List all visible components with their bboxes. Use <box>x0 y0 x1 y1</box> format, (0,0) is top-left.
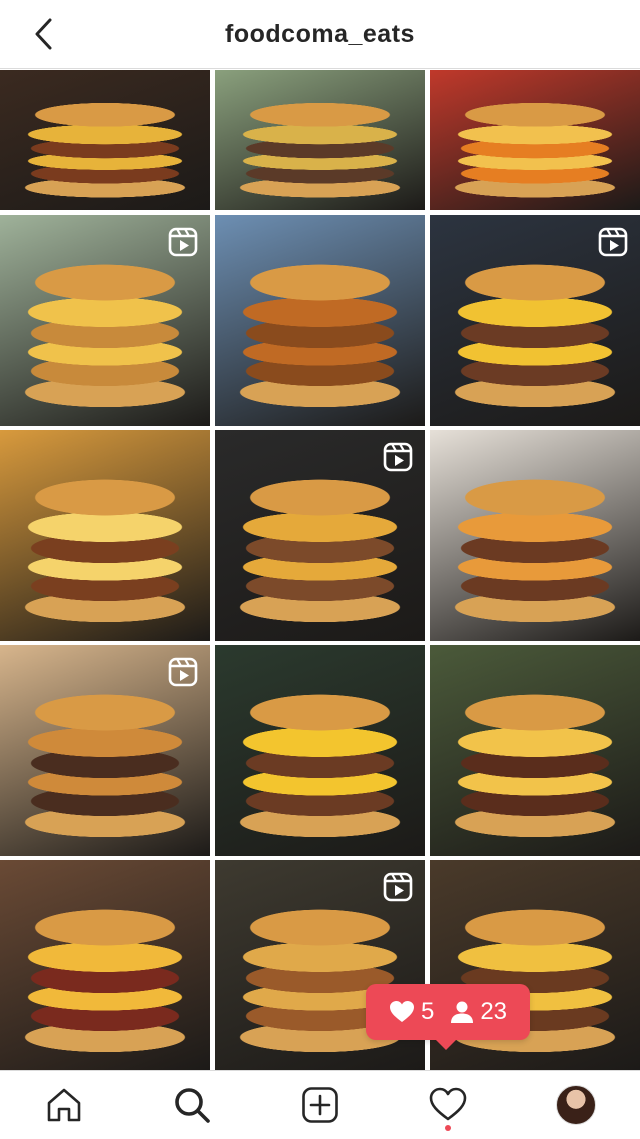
reels-icon <box>168 657 198 687</box>
post-thumbnail[interactable] <box>430 70 640 210</box>
post-thumbnail[interactable] <box>0 860 210 1071</box>
reels-icon <box>383 872 413 902</box>
posts-grid <box>0 70 640 1071</box>
burger-photo <box>430 70 640 210</box>
post-thumbnail[interactable] <box>430 645 640 856</box>
bottom-navigation <box>0 1070 640 1139</box>
post-thumbnail[interactable] <box>0 645 210 856</box>
nav-activity-button[interactable] <box>426 1083 470 1127</box>
burger-photo <box>215 70 425 210</box>
likes-count: 5 <box>420 998 435 1025</box>
post-thumbnail[interactable] <box>215 70 425 210</box>
post-thumbnail[interactable] <box>0 215 210 426</box>
burger-photo <box>0 430 210 641</box>
burger-photo <box>0 70 210 210</box>
profile-username: foodcoma_eats <box>225 20 415 48</box>
heart-filled-icon <box>389 1001 414 1022</box>
post-thumbnail[interactable] <box>0 70 210 210</box>
nav-search-button[interactable] <box>170 1083 214 1127</box>
likes-group: 5 <box>389 998 434 1026</box>
heart-icon <box>429 1087 467 1121</box>
burger-photo <box>215 215 425 426</box>
nav-home-button[interactable] <box>42 1083 86 1127</box>
avatar <box>556 1085 596 1125</box>
post-thumbnail[interactable] <box>430 215 640 426</box>
post-thumbnail[interactable] <box>215 430 425 641</box>
activity-tooltip: 5 23 <box>366 984 530 1050</box>
activity-notification-dot <box>445 1125 451 1131</box>
burger-photo <box>215 645 425 856</box>
nav-profile-button[interactable] <box>554 1083 598 1127</box>
post-thumbnail[interactable] <box>215 645 425 856</box>
top-bar: foodcoma_eats <box>0 0 640 69</box>
reels-icon <box>383 442 413 472</box>
post-thumbnail[interactable] <box>430 430 640 641</box>
burger-photo <box>430 645 640 856</box>
back-button[interactable] <box>22 12 66 56</box>
chevron-left-icon <box>35 18 52 50</box>
followers-group: 23 <box>450 998 507 1026</box>
post-thumbnail[interactable] <box>0 430 210 641</box>
burger-photo <box>0 860 210 1071</box>
reels-icon <box>598 227 628 257</box>
followers-count: 23 <box>480 998 508 1025</box>
person-filled-icon <box>451 1001 474 1023</box>
burger-photo <box>430 430 640 641</box>
add-post-icon <box>302 1087 338 1123</box>
post-thumbnail[interactable] <box>215 215 425 426</box>
search-icon <box>175 1088 210 1123</box>
home-icon <box>47 1088 81 1122</box>
reels-icon <box>168 227 198 257</box>
nav-create-button[interactable] <box>298 1083 342 1127</box>
